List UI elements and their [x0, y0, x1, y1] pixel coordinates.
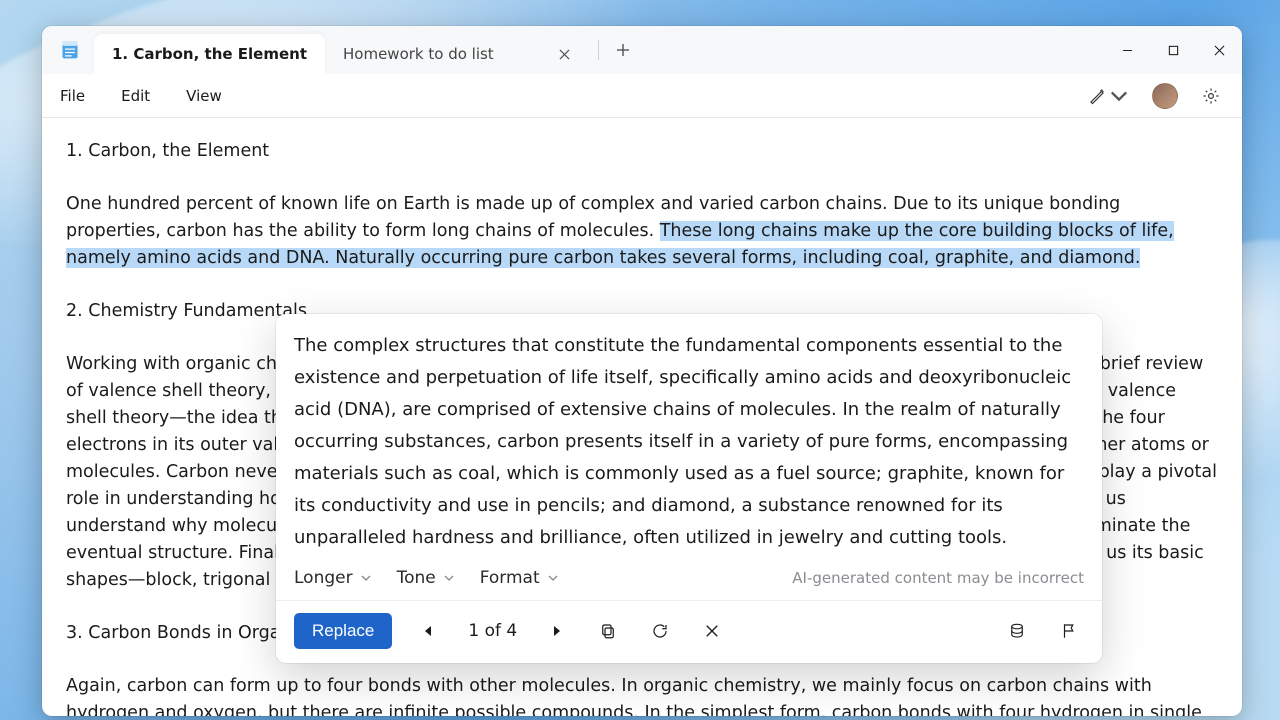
prev-suggestion-button[interactable]	[414, 617, 442, 645]
close-icon	[1214, 45, 1225, 56]
plus-icon	[616, 43, 630, 57]
magic-pen-icon	[1088, 87, 1106, 105]
titlebar: 1. Carbon, the Element Homework to do li…	[42, 26, 1242, 74]
stack-icon	[1008, 622, 1026, 640]
rewrite-options-row: Longer Tone Format AI-generated content …	[276, 562, 1102, 601]
menu-view[interactable]: View	[186, 87, 222, 105]
doc-paragraph-1: One hundred percent of known life on Ear…	[66, 191, 1218, 272]
chevron-down-icon	[1110, 87, 1128, 105]
tab-active-label: 1. Carbon, the Element	[112, 45, 307, 63]
option-format[interactable]: Format	[480, 568, 558, 588]
gear-icon	[1202, 87, 1220, 105]
doc-paragraph-3: Again, carbon can form up to four bonds …	[66, 673, 1218, 716]
chevron-down-icon	[361, 573, 371, 583]
option-longer[interactable]: Longer	[294, 568, 371, 588]
settings-button[interactable]	[1198, 83, 1224, 109]
regenerate-button[interactable]	[645, 616, 675, 646]
refresh-icon	[651, 622, 669, 640]
notepad-app-icon	[60, 40, 80, 60]
report-button[interactable]	[1054, 616, 1084, 646]
chevron-down-icon	[548, 573, 558, 583]
triangle-left-icon	[423, 625, 433, 637]
close-icon	[559, 49, 570, 60]
flag-icon	[1060, 622, 1078, 640]
notepad-window: 1. Carbon, the Element Homework to do li…	[42, 26, 1242, 716]
option-format-label: Format	[480, 568, 540, 588]
triangle-right-icon	[552, 625, 562, 637]
user-avatar[interactable]	[1152, 83, 1178, 109]
copy-button[interactable]	[593, 616, 623, 646]
tab-active[interactable]: 1. Carbon, the Element	[94, 34, 325, 74]
close-window-button[interactable]	[1196, 26, 1242, 74]
menubar: File Edit View	[42, 74, 1242, 118]
ai-disclaimer: AI-generated content may be incorrect	[792, 569, 1084, 587]
rewrite-suggestion-text: The complex structures that constitute t…	[276, 314, 1102, 562]
history-button[interactable]	[1002, 616, 1032, 646]
option-tone[interactable]: Tone	[397, 568, 454, 588]
doc-heading-1: 1. Carbon, the Element	[66, 138, 1218, 165]
menu-edit[interactable]: Edit	[121, 87, 150, 105]
maximize-icon	[1168, 45, 1179, 56]
option-longer-label: Longer	[294, 568, 353, 588]
rewrite-actions-row: Replace 1 of 4	[276, 601, 1102, 663]
replace-button[interactable]: Replace	[294, 613, 392, 649]
tab-close-button[interactable]	[554, 43, 576, 65]
chevron-down-icon	[444, 573, 454, 583]
suggestion-counter: 1 of 4	[464, 621, 521, 641]
ai-rewrite-popup: The complex structures that constitute t…	[276, 314, 1102, 663]
tab-inactive-label: Homework to do list	[343, 45, 494, 63]
copy-icon	[599, 622, 617, 640]
menu-file[interactable]: File	[60, 87, 85, 105]
minimize-button[interactable]	[1104, 26, 1150, 74]
ai-rewrite-button[interactable]	[1084, 83, 1132, 109]
window-controls	[1104, 26, 1242, 74]
minimize-icon	[1122, 45, 1133, 56]
next-suggestion-button[interactable]	[543, 617, 571, 645]
tab-inactive[interactable]: Homework to do list	[325, 34, 594, 74]
tab-separator	[598, 40, 599, 60]
dismiss-button[interactable]	[697, 616, 727, 646]
new-tab-button[interactable]	[603, 43, 643, 57]
close-icon	[703, 622, 721, 640]
maximize-button[interactable]	[1150, 26, 1196, 74]
option-tone-label: Tone	[397, 568, 436, 588]
